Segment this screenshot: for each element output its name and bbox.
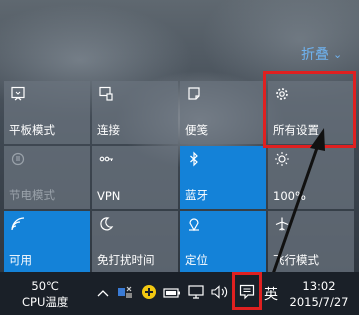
- clock-time: 13:02: [302, 279, 336, 293]
- tile-label: 蓝牙: [185, 188, 208, 202]
- bluetooth-icon: [185, 150, 203, 168]
- show-hidden-icons-button[interactable]: [95, 272, 111, 315]
- tile-quiet-hours[interactable]: 免打扰时间: [92, 211, 178, 274]
- tile-label: VPN: [97, 189, 121, 203]
- tray-battery[interactable]: [163, 272, 181, 315]
- tray-volume[interactable]: [210, 272, 230, 315]
- tile-tablet-mode[interactable]: 平板模式: [4, 81, 90, 144]
- tile-label: 可用: [9, 253, 32, 267]
- tray-display[interactable]: [187, 272, 205, 315]
- network-activity-icon: [117, 284, 133, 303]
- moon-icon: [97, 215, 115, 233]
- tile-connect[interactable]: 连接: [92, 81, 178, 144]
- battery-icon: [163, 284, 181, 303]
- taskbar: 50℃ CPU温度 英 13:02 2015/7/27: [0, 272, 359, 315]
- tile-wifi[interactable]: 可用: [4, 211, 90, 274]
- collapse-button[interactable]: 折叠 ⌄: [301, 44, 342, 64]
- tile-label: 100%: [273, 189, 306, 203]
- cpu-temp-value: 50℃: [31, 279, 59, 293]
- tile-label: 免打扰时间: [97, 253, 155, 267]
- tile-location[interactable]: 定位: [180, 211, 266, 274]
- tile-brightness[interactable]: 100%: [268, 146, 354, 209]
- vpn-icon: [97, 150, 115, 168]
- tile-label: 连接: [97, 123, 120, 137]
- cpu-temp-label: CPU温度: [22, 295, 69, 309]
- clock-date: 2015/7/27: [289, 295, 349, 309]
- chevron-up-icon: [97, 287, 109, 300]
- brightness-icon: [273, 150, 291, 168]
- tile-note[interactable]: 便笺: [180, 81, 266, 144]
- wifi-icon: [9, 215, 27, 233]
- tile-label: 定位: [185, 253, 208, 267]
- tile-label: 所有设置: [273, 123, 319, 137]
- tile-all-settings[interactable]: 所有设置: [268, 81, 354, 144]
- tile-airplane-mode[interactable]: 飞行模式: [268, 211, 354, 274]
- tile-label: 平板模式: [9, 123, 55, 137]
- action-center-button[interactable]: [235, 272, 259, 315]
- plus-circle-icon: [141, 284, 157, 304]
- speaker-icon: [211, 284, 229, 303]
- battery-saver-icon: [9, 150, 27, 168]
- tile-label: 飞行模式: [273, 253, 319, 267]
- tablet-mode-icon: [9, 85, 27, 103]
- location-icon: [185, 215, 203, 233]
- taskbar-clock[interactable]: 13:02 2015/7/27: [282, 278, 356, 310]
- tray-network-activity[interactable]: [116, 272, 134, 315]
- tile-bluetooth[interactable]: 蓝牙: [180, 146, 266, 209]
- note-icon: [185, 85, 203, 103]
- tile-battery-saver[interactable]: 节电模式: [4, 146, 90, 209]
- connect-icon: [97, 85, 115, 103]
- action-center-icon: [239, 284, 255, 304]
- tile-label: 便笺: [185, 123, 208, 137]
- input-method-indicator[interactable]: 英: [264, 284, 278, 304]
- collapse-label: 折叠: [301, 47, 329, 63]
- cpu-temperature-widget[interactable]: 50℃ CPU温度: [22, 278, 68, 310]
- tile-vpn[interactable]: VPN: [92, 146, 178, 209]
- gear-icon: [273, 85, 291, 103]
- monitor-icon: [188, 284, 204, 303]
- quick-actions-grid: 平板模式 连接 便笺 所有设置 节电模式 VPN 蓝牙 100% 可用 免打扰时…: [4, 81, 354, 274]
- airplane-icon: [273, 215, 291, 233]
- tray-add-app[interactable]: [140, 272, 158, 315]
- tile-label: 节电模式: [9, 188, 55, 202]
- chevron-down-icon: ⌄: [333, 47, 343, 61]
